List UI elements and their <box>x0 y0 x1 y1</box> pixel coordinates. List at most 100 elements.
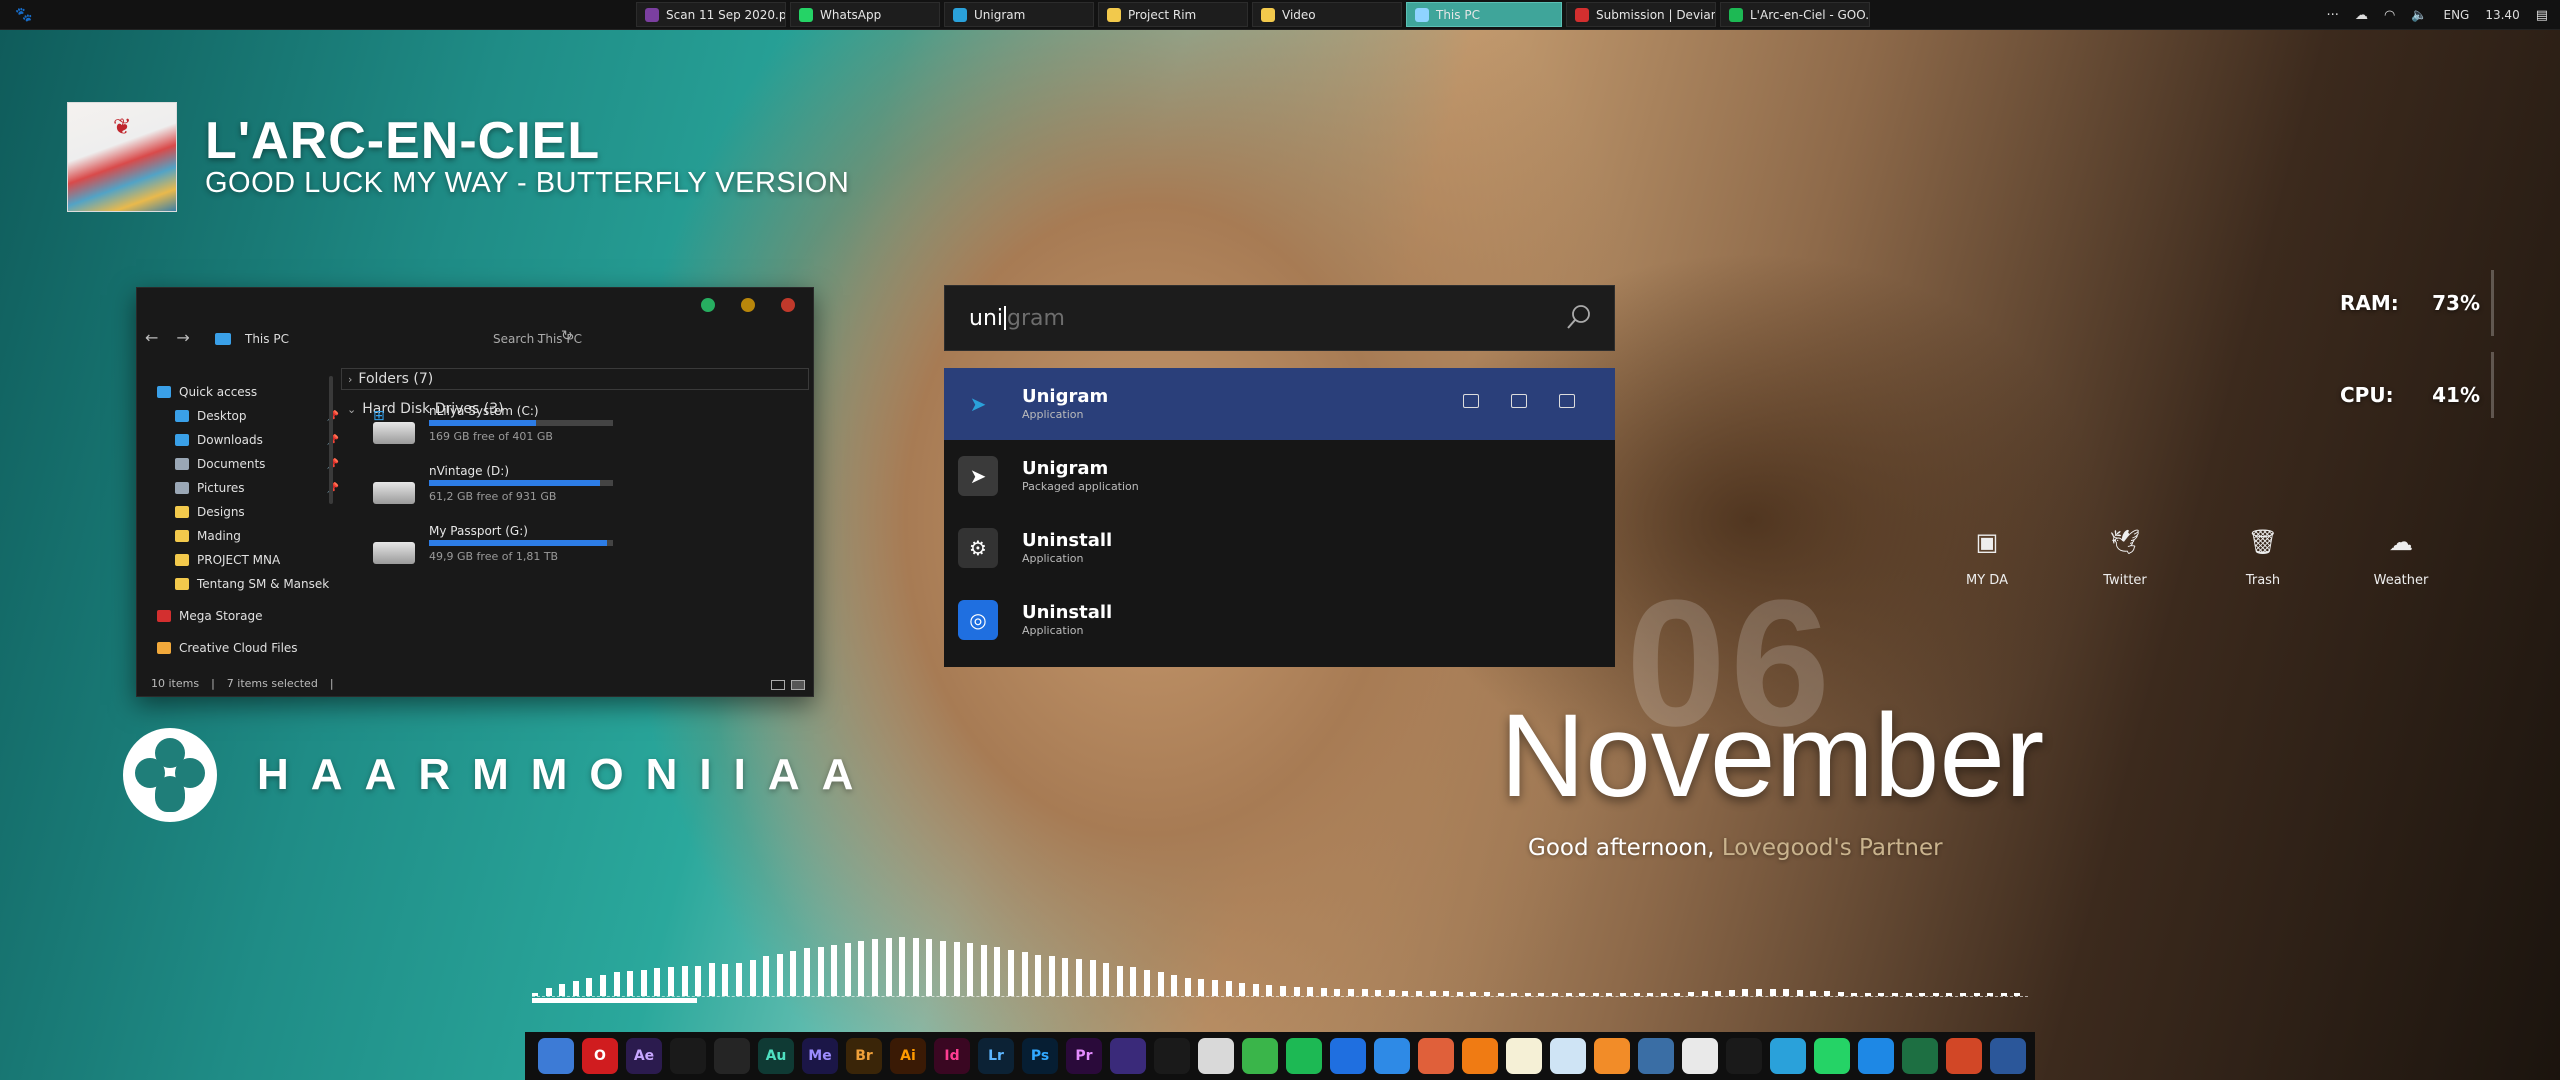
nvidia-icon[interactable] <box>1726 1038 1762 1074</box>
media-encoder-icon[interactable]: Me <box>802 1038 838 1074</box>
vk-icon[interactable] <box>1682 1038 1718 1074</box>
drive-item[interactable]: ⊞ nLilya System (C:) 169 GB free of 401 GB <box>373 404 633 460</box>
visualizer-bar <box>749 959 756 996</box>
taskbar-task[interactable]: Submission | Deviant... <box>1566 2 1716 27</box>
lightroom-classic-icon[interactable] <box>714 1038 750 1074</box>
lightroom-icon[interactable]: Lr <box>978 1038 1014 1074</box>
taskbar-task[interactable]: Video <box>1252 2 1402 27</box>
video-player-icon[interactable] <box>1110 1038 1146 1074</box>
forward-arrow-icon[interactable]: → <box>176 328 189 347</box>
shield-icon[interactable] <box>1374 1038 1410 1074</box>
greeting-prefix: Good afternoon, <box>1528 835 1715 861</box>
folders-group-header[interactable]: › Folders (7) <box>341 368 809 390</box>
wifi-icon[interactable]: ◠ <box>2384 8 2395 23</box>
open-location-icon[interactable] <box>1559 394 1575 408</box>
taskbar-task[interactable]: Project Rim <box>1098 2 1248 27</box>
photoshop-icon[interactable]: Ps <box>1022 1038 1058 1074</box>
sidebar-item[interactable]: Tentang SM & Mansek <box>157 572 347 596</box>
drive-item[interactable]: nVintage (D:) 61,2 GB free of 931 GB <box>373 464 633 520</box>
sidebar-item[interactable]: Creative Cloud Files <box>157 636 347 660</box>
notes-icon[interactable] <box>1506 1038 1542 1074</box>
visualizer-bar <box>1130 966 1137 996</box>
after-effects-icon[interactable]: Ae <box>626 1038 662 1074</box>
guitar-icon[interactable] <box>1418 1038 1454 1074</box>
minimize-button[interactable] <box>741 298 755 312</box>
sidebar-scrollbar[interactable] <box>329 376 333 504</box>
sidebar-item[interactable]: Pictures📌 <box>157 476 347 500</box>
taskbar-task[interactable]: WhatsApp <box>790 2 940 27</box>
sidebar-item[interactable]: Designs <box>157 500 347 524</box>
image-viewer-icon[interactable] <box>1550 1038 1586 1074</box>
bridge-icon[interactable]: Br <box>846 1038 882 1074</box>
quick-launch: ▣ MY DA 🕊 Twitter 🗑 Trash ☁ Weather <box>1918 525 2470 588</box>
back-arrow-icon[interactable]: ← <box>145 328 158 347</box>
launcher-result[interactable]: ➤ Unigram Packaged application <box>944 440 1615 512</box>
clock[interactable]: 13.40 <box>2485 8 2519 22</box>
maximize-button[interactable] <box>701 298 715 312</box>
taskbar-task[interactable]: Unigram <box>944 2 1094 27</box>
taskbar-task[interactable]: Scan 11 Sep 2020.pdf... <box>636 2 786 27</box>
word-icon[interactable] <box>1990 1038 2026 1074</box>
whatsapp-icon[interactable] <box>1814 1038 1850 1074</box>
globe-icon[interactable] <box>1638 1038 1674 1074</box>
sidebar-item[interactable]: Downloads📌 <box>157 428 347 452</box>
premiere-icon[interactable]: Pr <box>1066 1038 1102 1074</box>
visualizer-bar <box>736 963 742 996</box>
calculator-icon[interactable] <box>1858 1038 1894 1074</box>
search-field[interactable]: Search This PC <box>493 332 582 346</box>
details-view-icon[interactable] <box>771 680 785 690</box>
stack-icon[interactable] <box>670 1038 706 1074</box>
android-file-icon[interactable] <box>1242 1038 1278 1074</box>
launcher-result[interactable]: ⚙ Uninstall Application <box>944 512 1615 584</box>
visualizer-bar <box>872 939 878 996</box>
pin-icon[interactable] <box>1511 394 1527 408</box>
sidebar-item[interactable]: Documents📌 <box>157 452 347 476</box>
notifications-icon[interactable]: ▤ <box>2536 8 2548 23</box>
hard-drive-icon <box>373 482 415 504</box>
launcher-search-input[interactable]: uni gram <box>944 285 1615 351</box>
spotify-icon[interactable] <box>1286 1038 1322 1074</box>
sidebar-item[interactable]: Quick access <box>157 380 347 404</box>
folder-icon <box>175 578 189 590</box>
illustrator-icon[interactable]: Ai <box>890 1038 926 1074</box>
drive-item[interactable]: My Passport (G:) 49,9 GB free of 1,81 TB <box>373 524 633 580</box>
powerpoint-icon[interactable] <box>1946 1038 1982 1074</box>
kodi-icon[interactable] <box>1154 1038 1190 1074</box>
overflow-icon[interactable]: ··· <box>2327 8 2339 23</box>
audition-icon[interactable]: Au <box>758 1038 794 1074</box>
network-drive-icon[interactable] <box>1198 1038 1234 1074</box>
quick-launch-item[interactable]: 🕊 Twitter <box>2056 525 2194 588</box>
launcher-result[interactable]: ➤ Unigram Application <box>944 368 1615 440</box>
playback-progress[interactable] <box>532 998 697 1003</box>
vlc-icon[interactable] <box>1462 1038 1498 1074</box>
indesign-icon[interactable]: Id <box>934 1038 970 1074</box>
volume-icon[interactable]: 🔈 <box>2411 8 2427 23</box>
quick-launch-item[interactable]: ☁ Weather <box>2332 525 2470 588</box>
ubisoft-icon[interactable] <box>1330 1038 1366 1074</box>
cloud-icon[interactable]: ☁ <box>2355 8 2368 23</box>
launcher-result[interactable]: ◎ Uninstall Application <box>944 584 1615 656</box>
language-indicator[interactable]: ENG <box>2443 8 2469 22</box>
tiles-view-icon[interactable] <box>791 680 805 690</box>
quick-launch-item[interactable]: 🗑 Trash <box>2194 525 2332 588</box>
visualizer-bar <box>1198 978 1205 996</box>
run-as-admin-icon[interactable] <box>1463 394 1479 408</box>
visualizer-bar <box>1103 963 1110 996</box>
finder-icon[interactable] <box>538 1038 574 1074</box>
sidebar-item[interactable]: Desktop📌 <box>157 404 347 428</box>
search-icon[interactable] <box>1566 304 1592 330</box>
books-icon[interactable] <box>1594 1038 1630 1074</box>
taskbar-task[interactable]: This PC <box>1406 2 1562 27</box>
taskbar-task[interactable]: L'Arc-en-Ciel - GOO... <box>1720 2 1870 27</box>
paw-icon[interactable]: 🐾 <box>0 0 48 30</box>
opera-icon[interactable]: O <box>582 1038 618 1074</box>
sidebar-item[interactable]: Mega Storage <box>157 604 347 628</box>
close-button[interactable] <box>781 298 795 312</box>
excel-icon[interactable] <box>1902 1038 1938 1074</box>
search-autocomplete: gram <box>1007 305 1065 331</box>
album-art[interactable]: ❦ <box>67 102 177 212</box>
sidebar-item[interactable]: Mading <box>157 524 347 548</box>
quick-launch-item[interactable]: ▣ MY DA <box>1918 525 2056 588</box>
telegram-icon[interactable] <box>1770 1038 1806 1074</box>
sidebar-item[interactable]: PROJECT MNA <box>157 548 347 572</box>
